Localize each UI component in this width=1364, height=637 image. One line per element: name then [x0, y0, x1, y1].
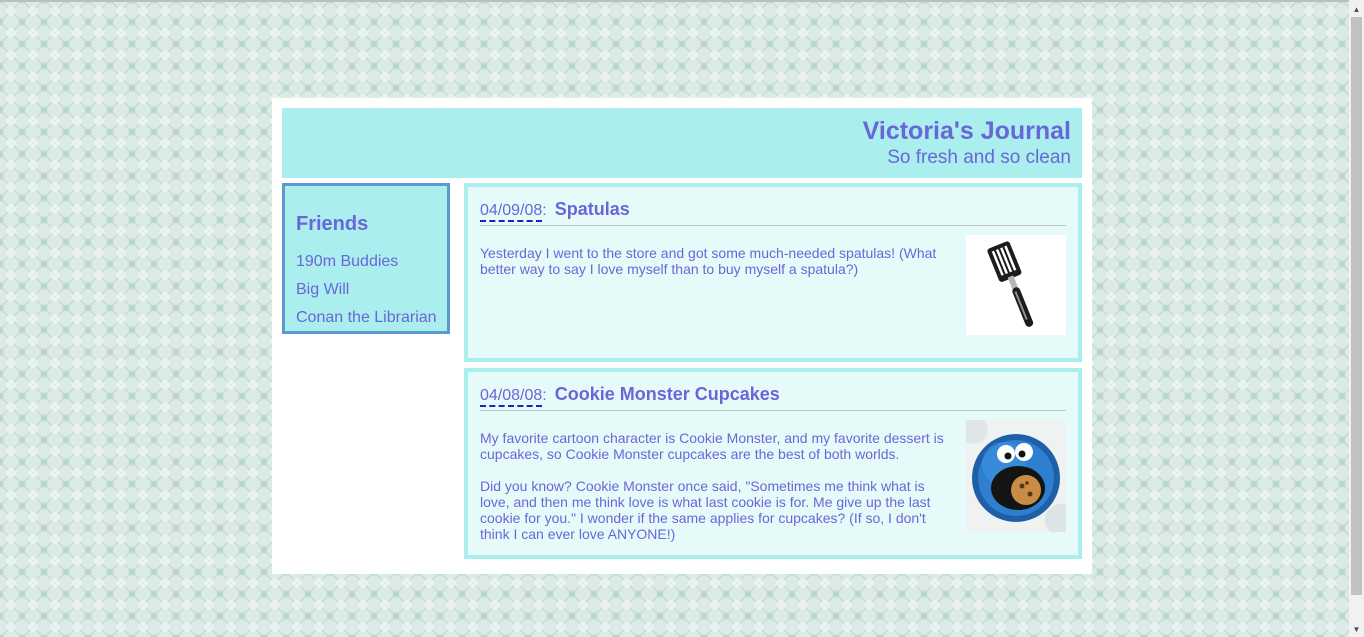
spatula-icon [966, 235, 1066, 335]
journal-title: Victoria's Journal [862, 117, 1071, 145]
post-header: 04/09/08: Spatulas [480, 199, 1066, 226]
journal-subtitle: So fresh and so clean [887, 147, 1071, 168]
scroll-up-arrow-icon[interactable]: ▲ [1349, 2, 1364, 17]
journal-page: Victoria's Journal So fresh and so clean… [272, 98, 1092, 574]
post-body: Yesterday I went to the store and got so… [480, 245, 950, 293]
post-paragraph: Yesterday I went to the store and got so… [480, 245, 937, 277]
post-title: Cookie Monster Cupcakes [554, 384, 780, 404]
journal-header: Victoria's Journal So fresh and so clean [282, 108, 1082, 178]
spatula-image [966, 235, 1066, 335]
friends-heading: Friends [296, 213, 369, 235]
post-title: Spatulas [554, 199, 630, 219]
journal-post: 04/09/08: Spatulas Yesterday I went to th… [464, 183, 1082, 362]
journal-post: 04/08/08: Cookie Monster Cupcakes My favo… [464, 368, 1082, 559]
browser-top-border [0, 0, 1364, 2]
post-header: 04/08/08: Cookie Monster Cupcakes [480, 384, 1066, 411]
post-date-link[interactable]: 04/08/08 [480, 386, 543, 407]
friends-sidebar: Friends 190m Buddies Big Will Conan the … [282, 183, 450, 334]
friend-link-190m-buddies[interactable]: 190m Buddies [296, 253, 398, 271]
friend-link-conan-the-librarian[interactable]: Conan the Librarian [296, 309, 437, 327]
post-paragraph: Did you know? Cookie Monster once said, … [480, 478, 931, 542]
cookie-monster-cupcake-image [966, 420, 1066, 532]
page-scrollbar[interactable]: ▲ ▼ [1349, 0, 1364, 637]
post-body: My favorite cartoon character is Cookie … [480, 430, 950, 558]
post-date-link[interactable]: 04/09/08 [480, 201, 543, 222]
post-date-colon: : [542, 387, 547, 404]
post-date-colon: : [542, 202, 547, 219]
scrollbar-thumb[interactable] [1351, 17, 1362, 595]
cookie-monster-cupcake-icon [966, 420, 1066, 532]
scroll-down-arrow-icon[interactable]: ▼ [1349, 622, 1364, 637]
friend-link-big-will[interactable]: Big Will [296, 281, 349, 299]
post-paragraph: My favorite cartoon character is Cookie … [480, 430, 944, 462]
